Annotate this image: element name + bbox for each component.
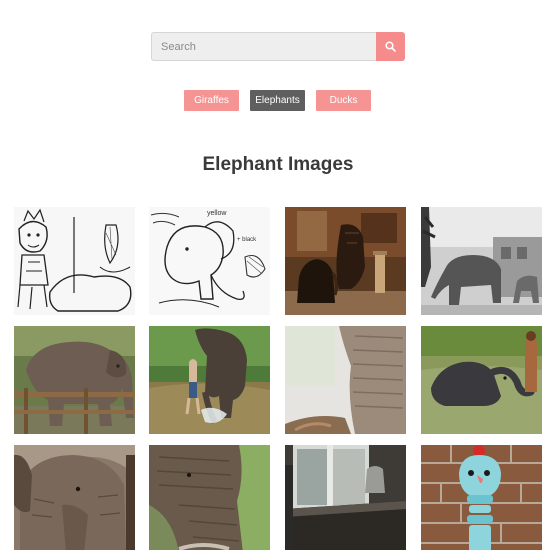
elephant-closeup-photo xyxy=(149,445,270,550)
toy-figure-photo xyxy=(421,445,542,550)
gallery-image-3[interactable] xyxy=(285,207,406,315)
sketch-note-text: yellow xyxy=(207,210,227,217)
gallery-image-5[interactable] xyxy=(14,326,135,434)
elephant-fence-photo xyxy=(14,326,135,434)
search-input[interactable] xyxy=(151,32,376,61)
carved-figurines-image xyxy=(285,207,406,315)
search-button[interactable] xyxy=(376,32,405,61)
elephant-pool-photo xyxy=(421,326,542,434)
filter-ducks-button[interactable]: Ducks xyxy=(316,90,371,111)
gallery-image-6[interactable] xyxy=(149,326,270,434)
gallery-image-12[interactable] xyxy=(421,445,542,550)
elephant-sketch-image xyxy=(14,207,135,315)
gallery-image-10[interactable] xyxy=(149,445,270,550)
gallery-image-4[interactable] xyxy=(421,207,542,315)
gallery-image-11[interactable] xyxy=(285,445,406,550)
gallery-image-8[interactable] xyxy=(421,326,542,434)
elephant-head-photo xyxy=(14,445,135,550)
elephant-bath-photo xyxy=(149,326,270,434)
gallery-image-1[interactable] xyxy=(14,207,135,315)
category-filters: Giraffes Elephants Ducks xyxy=(0,90,550,111)
filter-elephants-button[interactable]: Elephants xyxy=(250,90,305,111)
page: Giraffes Elephants Ducks Elephant Images xyxy=(0,0,550,550)
elephant-trunk-photo xyxy=(285,326,406,434)
gallery-image-7[interactable] xyxy=(285,326,406,434)
gallery-image-2[interactable]: yellow + black xyxy=(149,207,270,315)
gallery-image-9[interactable] xyxy=(14,445,135,550)
elephant-sketch-image: yellow + black xyxy=(149,207,270,315)
sketch-note-text: + black xyxy=(237,237,257,243)
filter-giraffes-button[interactable]: Giraffes xyxy=(184,90,239,111)
window-vase-photo xyxy=(285,445,406,550)
search-icon xyxy=(385,41,396,52)
elephants-bw-photo xyxy=(421,207,542,315)
page-title: Elephant Images xyxy=(202,154,354,175)
search-bar xyxy=(151,32,405,61)
